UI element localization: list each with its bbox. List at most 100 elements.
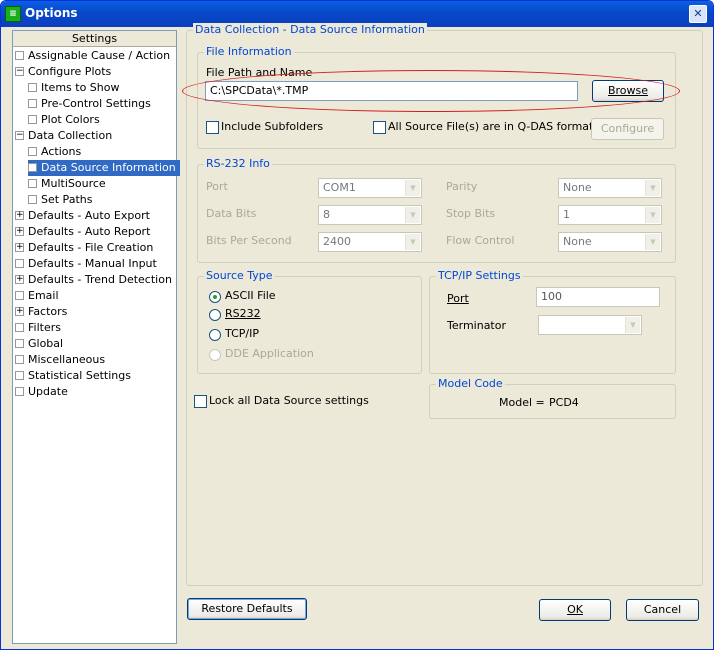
terminator-select[interactable]: ▼ — [538, 315, 642, 335]
model-label: Model = — [499, 396, 545, 409]
cancel-button[interactable]: Cancel — [626, 599, 699, 621]
chevron-down-icon: ▼ — [645, 207, 660, 223]
tree-item[interactable]: + Defaults - Auto Report — [15, 224, 150, 240]
lock-settings-checkbox[interactable] — [194, 395, 207, 408]
tree-item[interactable]: + Defaults - Auto Export — [15, 208, 150, 224]
expand-icon[interactable]: + — [15, 306, 24, 316]
settings-tree: Settings Assignable Cause / Action − Confi… — [12, 30, 180, 644]
tree-checkbox[interactable] — [28, 162, 37, 172]
tree-item-label: Statistical Settings — [28, 369, 131, 382]
tree-item[interactable]: Actions — [28, 144, 81, 160]
tree-item-label: Update — [28, 385, 68, 398]
tree-checkbox[interactable] — [15, 338, 24, 348]
parity-select[interactable]: None ▼ — [558, 178, 662, 198]
databits-label: Data Bits — [206, 207, 257, 220]
tree-header: Settings — [13, 31, 176, 47]
model-value: PCD4 — [549, 396, 579, 409]
tree-item[interactable]: Defaults - Manual Input — [15, 256, 157, 272]
radio-tcpip-label: TCP/IP — [225, 327, 259, 340]
tree-item-label: Defaults - Auto Report — [28, 225, 151, 238]
window-title: Options — [25, 6, 78, 20]
tree-item-label: Defaults - File Creation — [28, 241, 154, 254]
chevron-down-icon: ▼ — [645, 234, 660, 250]
bps-select[interactable]: 2400 ▼ — [318, 232, 422, 252]
tree-item-label: Data Source Information — [41, 161, 176, 174]
tree-checkbox[interactable] — [28, 178, 37, 188]
stopbits-label: Stop Bits — [446, 207, 496, 220]
tree-item[interactable]: Statistical Settings — [15, 368, 131, 384]
tree-checkbox[interactable] — [15, 354, 24, 364]
tree-item-label: Global — [28, 337, 64, 350]
tree-checkbox[interactable] — [15, 290, 24, 300]
stopbits-value: 1 — [563, 208, 570, 221]
radio-ascii-file[interactable] — [209, 291, 221, 303]
tree-checkbox[interactable] — [15, 322, 24, 332]
close-icon[interactable]: ✕ — [689, 5, 707, 23]
tree-item[interactable]: + Defaults - Trend Detection — [15, 272, 172, 288]
rs232-port-value: COM1 — [323, 181, 356, 194]
tree-checkbox[interactable] — [15, 386, 24, 396]
file-path-label: File Path and Name — [206, 66, 313, 79]
flow-select[interactable]: None ▼ — [558, 232, 662, 252]
collapse-icon[interactable]: − — [15, 66, 24, 76]
browse-button[interactable]: Browse — [592, 80, 664, 102]
expand-icon[interactable]: + — [15, 242, 24, 252]
collapse-icon[interactable]: − — [15, 130, 24, 140]
tree-item[interactable]: Pre-Control Settings — [28, 96, 151, 112]
tree-item[interactable]: + Factors — [15, 304, 67, 320]
tree-item[interactable]: Filters — [15, 320, 61, 336]
tree-item[interactable]: + Defaults - File Creation — [15, 240, 153, 256]
tree-item[interactable]: Plot Colors — [28, 112, 100, 128]
flow-value: None — [563, 235, 592, 248]
tree-item-label: Filters — [28, 321, 61, 334]
radio-rs232[interactable] — [209, 309, 221, 321]
chevron-down-icon: ▼ — [645, 180, 660, 196]
tree-checkbox[interactable] — [15, 50, 24, 60]
tree-item[interactable]: − Data Collection — [15, 128, 112, 144]
ok-button[interactable]: OK — [539, 599, 611, 621]
tree-checkbox[interactable] — [28, 98, 37, 108]
rs232-port-select[interactable]: COM1 ▼ — [318, 178, 422, 198]
lock-settings-label: Lock all Data Source settings — [209, 394, 369, 407]
tree-item-label: Set Paths — [41, 193, 93, 206]
tree-item[interactable]: Miscellaneous — [15, 352, 105, 368]
include-subfolders-label: Include Subfolders — [221, 120, 324, 133]
tree-checkbox[interactable] — [15, 258, 24, 268]
tree-checkbox[interactable] — [28, 146, 37, 156]
tree-item[interactable]: MultiSource — [28, 176, 106, 192]
tree-item-label: MultiSource — [41, 177, 106, 190]
stopbits-select[interactable]: 1 ▼ — [558, 205, 662, 225]
chevron-down-icon: ▼ — [625, 317, 640, 333]
tree-checkbox[interactable] — [15, 370, 24, 380]
tree-item[interactable]: Update — [15, 384, 68, 400]
tree-item[interactable]: − Configure Plots — [15, 64, 111, 80]
tree-item-label: Email — [28, 289, 59, 302]
tree-item[interactable]: Set Paths — [28, 192, 92, 208]
tree-item[interactable]: Assignable Cause / Action — [15, 48, 170, 64]
radio-dde[interactable] — [209, 349, 221, 361]
terminator-label: Terminator — [447, 319, 506, 332]
include-subfolders-checkbox[interactable] — [206, 121, 219, 134]
tree-checkbox[interactable] — [28, 194, 37, 204]
radio-ascii-file-label: ASCII File — [225, 289, 276, 302]
parity-label: Parity — [446, 180, 478, 193]
tree-checkbox[interactable] — [28, 82, 37, 92]
tree-item[interactable]: Email — [15, 288, 59, 304]
tree-item[interactable]: Items to Show — [28, 80, 120, 96]
source-type-title: Source Type — [204, 269, 275, 282]
tree-item-label: Miscellaneous — [28, 353, 106, 366]
tree-checkbox[interactable] — [28, 114, 37, 124]
expand-icon[interactable]: + — [15, 274, 24, 284]
tree-item[interactable]: Global — [15, 336, 63, 352]
rs232-title: RS-232 Info — [204, 157, 272, 170]
radio-tcpip[interactable] — [209, 329, 221, 341]
file-path-input[interactable]: C:\SPCData\*.TMP — [205, 81, 578, 101]
expand-icon[interactable]: + — [15, 210, 24, 220]
databits-select[interactable]: 8 ▼ — [318, 205, 422, 225]
qdas-checkbox[interactable] — [373, 121, 386, 134]
expand-icon[interactable]: + — [15, 226, 24, 236]
restore-defaults-button[interactable]: Restore Defaults — [187, 598, 307, 620]
tcpip-port-input[interactable]: 100 — [536, 287, 660, 307]
tree-item[interactable]: Data Source Information — [28, 160, 180, 176]
configure-button[interactable]: Configure — [591, 118, 664, 140]
